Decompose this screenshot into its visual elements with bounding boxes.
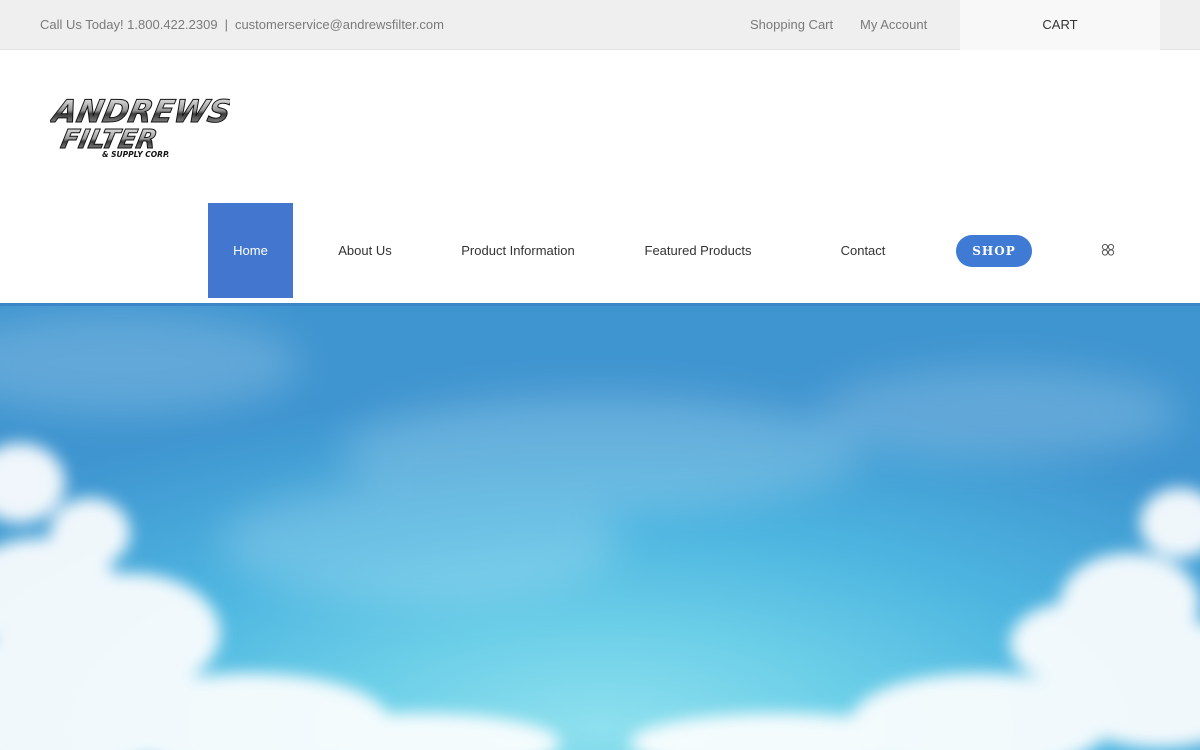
hero-top-edge — [0, 303, 1200, 306]
nav-featured-products[interactable]: Featured Products — [635, 203, 761, 298]
contact-separator: | — [224, 17, 228, 32]
hero-clouds — [0, 313, 1200, 750]
top-bar: Call Us Today! 1.800.422.2309 | customerse… — [0, 0, 1200, 50]
email-link[interactable]: customerservice@andrewsfilter.com — [235, 17, 444, 32]
nav-product-information[interactable]: Product Information — [450, 203, 586, 298]
logo-line-3: & SUPPLY CORP. — [102, 150, 169, 159]
nav-home[interactable]: Home — [208, 203, 293, 298]
contact-info: Call Us Today! 1.800.422.2309 | customerse… — [40, 0, 444, 50]
shop-button[interactable]: SHOP — [956, 235, 1032, 267]
phone-text: Call Us Today! 1.800.422.2309 — [40, 17, 218, 32]
logo-graphic: ANDREWS FILTER & SUPPLY CORP. — [46, 94, 235, 159]
nav-contact[interactable]: Contact — [830, 203, 896, 298]
search-icon[interactable] — [1100, 243, 1116, 257]
hero-banner — [0, 303, 1200, 750]
company-logo[interactable]: ANDREWS FILTER & SUPPLY CORP. — [46, 90, 235, 162]
shopping-cart-link[interactable]: Shopping Cart — [750, 0, 833, 50]
my-account-link[interactable]: My Account — [860, 0, 927, 50]
nav-about-us[interactable]: About Us — [325, 203, 405, 298]
cart-button[interactable]: CART — [960, 0, 1160, 50]
